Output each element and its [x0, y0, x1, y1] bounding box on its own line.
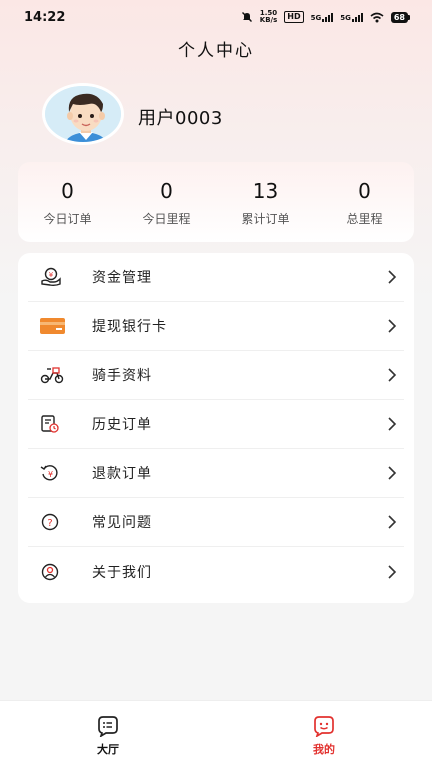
- hd-tag: HD: [284, 11, 304, 23]
- menu-item-label: 关于我们: [92, 564, 152, 581]
- stat-value: 0: [160, 179, 173, 203]
- stat-label: 累计订单: [241, 212, 290, 226]
- chevron-right-icon: [384, 465, 400, 481]
- status-time: 14:22: [24, 9, 66, 25]
- menu-item-order-history[interactable]: 历史订单: [28, 400, 404, 449]
- tab-label: 大厅: [97, 743, 119, 756]
- menu-item-rider-profile[interactable]: 骑手资料: [28, 351, 404, 400]
- page-title: 个人中心: [178, 41, 254, 61]
- sim1-label: 5G: [310, 13, 322, 22]
- avatar[interactable]: [42, 83, 124, 145]
- stat-label: 总里程: [346, 212, 383, 226]
- svg-text:?: ?: [47, 518, 52, 529]
- menu-item-label: 历史订单: [92, 417, 152, 433]
- tab-lobby[interactable]: 大厅: [0, 701, 216, 768]
- menu-item-label: 退款订单: [92, 466, 152, 482]
- menu-item-label: 骑手资料: [92, 368, 152, 384]
- net-speed: 1.50 KB/s: [260, 10, 277, 24]
- menu-item-refund-orders[interactable]: ¥ 退款订单: [28, 449, 404, 498]
- signal-bars-icon: [351, 12, 363, 22]
- stat-today-orders: 0 今日订单: [18, 162, 117, 242]
- scooter-icon: [40, 365, 66, 385]
- stat-value: 0: [358, 179, 371, 203]
- about-user-icon: [40, 562, 66, 582]
- status-bar: 14:22 1.50 KB/s HD 5G 5G 68: [0, 0, 432, 34]
- stat-total-orders: 13 累计订单: [216, 162, 315, 242]
- bank-card-icon: [40, 316, 66, 336]
- tab-label: 我的: [313, 743, 335, 756]
- lobby-icon: [98, 716, 118, 737]
- svg-text:¥: ¥: [48, 470, 53, 479]
- mute-bell-icon: [241, 12, 252, 22]
- chevron-right-icon: [384, 318, 400, 334]
- wifi-icon: [370, 12, 384, 22]
- question-icon: ?: [40, 512, 66, 532]
- wallet-hand-icon: ¥: [40, 267, 66, 287]
- menu-item-faq[interactable]: ? 常见问题: [28, 498, 404, 547]
- refund-icon: ¥: [40, 463, 66, 483]
- sim2-label: 5G: [340, 13, 351, 22]
- chevron-right-icon: [384, 416, 400, 432]
- menu-item-label: 常见问题: [92, 515, 152, 531]
- menu-item-withdraw-bank-card[interactable]: 提现银行卡: [28, 302, 404, 351]
- stat-total-mileage: 0 总里程: [315, 162, 414, 242]
- menu-item-label: 提现银行卡: [92, 319, 167, 335]
- battery-icon: 68: [390, 11, 410, 23]
- username: 用户0003: [138, 108, 223, 129]
- stat-label: 今日订单: [43, 212, 92, 226]
- menu-card: ¥ 资金管理 提现银行卡 骑手资料 历史订单 ¥ 退款订单 ? 常见问题 关于我…: [18, 253, 414, 603]
- net-speed-unit: KB/s: [259, 16, 278, 24]
- stat-value: 0: [61, 179, 74, 203]
- chevron-right-icon: [384, 514, 400, 530]
- stat-today-mileage: 0 今日里程: [117, 162, 216, 242]
- stat-label: 今日里程: [142, 212, 191, 226]
- tab-mine[interactable]: 我的: [216, 701, 432, 768]
- sim1-signal: 5G: [310, 12, 334, 22]
- sim2-signal: 5G: [340, 12, 363, 22]
- status-icons: 1.50 KB/s HD 5G 5G 68: [241, 10, 410, 24]
- mine-icon: [314, 716, 334, 737]
- menu-item-about-us[interactable]: 关于我们: [28, 547, 404, 596]
- bottom-tab-bar: 大厅 我的: [0, 700, 432, 768]
- chevron-right-icon: [384, 564, 400, 580]
- menu-item-label: 资金管理: [92, 270, 152, 286]
- signal-bars-icon: [322, 12, 334, 22]
- chevron-right-icon: [384, 367, 400, 383]
- battery-level: 68: [390, 11, 408, 23]
- stat-value: 13: [252, 179, 279, 203]
- stats-card: 0 今日订单 0 今日里程 13 累计订单 0 总里程: [18, 162, 414, 242]
- svg-text:¥: ¥: [49, 271, 54, 279]
- order-history-icon: [40, 414, 66, 434]
- menu-item-fund-management[interactable]: ¥ 资金管理: [28, 253, 404, 302]
- chevron-right-icon: [384, 269, 400, 285]
